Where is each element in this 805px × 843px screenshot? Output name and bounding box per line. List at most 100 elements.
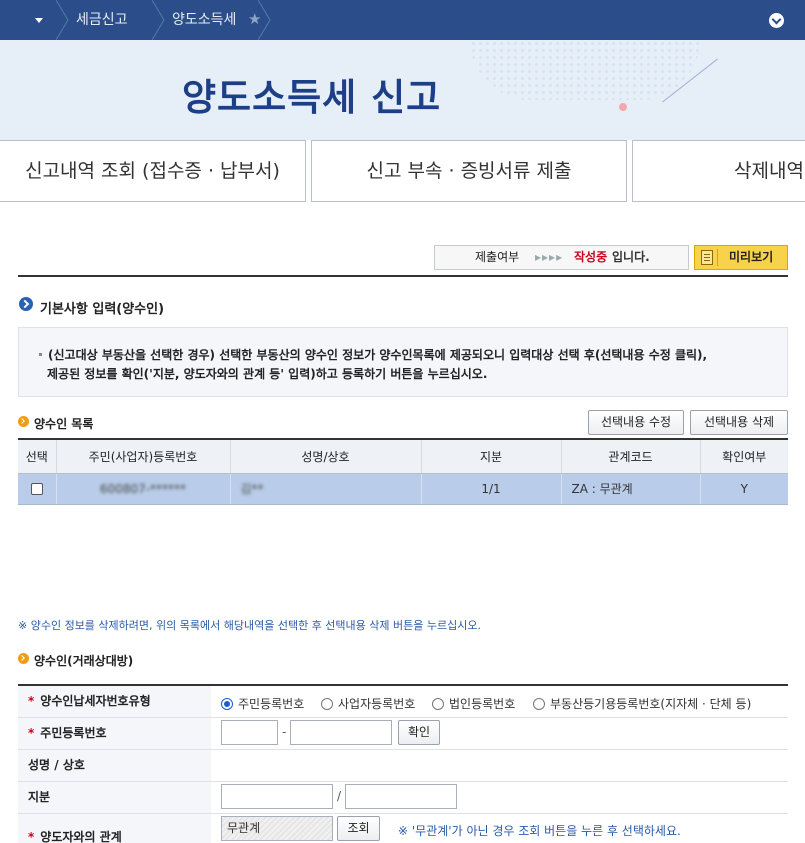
breadcrumb-separator-icon (152, 0, 165, 40)
label-id-type: * 양수인납세자번호유형 (18, 686, 211, 717)
radio-label: 부동산등기용등록번호(지자체 · 단체 등) (550, 697, 752, 711)
name-cell (211, 750, 788, 781)
status-arrows: ▸▸▸▸ (535, 250, 564, 264)
bullet-arrow-icon (18, 653, 29, 664)
share-denominator-input[interactable] (345, 784, 457, 809)
tab-filing-history[interactable]: 신고내역 조회 (접수증 · 납부서) (0, 140, 306, 202)
row-checkbox[interactable] (30, 483, 43, 495)
required-mark: * (28, 694, 35, 708)
verify-button[interactable]: 확인 (398, 720, 440, 745)
decorative-dot (619, 103, 627, 111)
required-mark: * (28, 830, 35, 843)
decorative-dots (470, 40, 700, 100)
section-title-transferee-list: 양수인 목록 (34, 417, 94, 431)
dash-separator: - (282, 725, 287, 739)
tab-attachment-submission[interactable]: 신고 부속 · 증빙서류 제출 (311, 140, 627, 202)
section-title-counterparty: 양수인(거래상대방) (34, 654, 134, 668)
share-cell: / (211, 782, 788, 813)
table-row[interactable]: 600807-****** 김** 1/1 ZA : 무관계 Y (18, 473, 788, 505)
slash-separator: / (337, 789, 342, 803)
submission-status: 제출여부 ▸▸▸▸ 작성중 입니다. (434, 245, 689, 270)
document-icon (701, 250, 713, 265)
form-row-resident-number: * 주민등록번호 - 확인 (18, 718, 788, 750)
page-header-banner: 양도소득세 신고 (0, 40, 805, 140)
label-relation: * 양도자와의 관계 (18, 814, 211, 843)
radio-business-number[interactable]: 사업자등록번호 (321, 695, 415, 712)
info-text-line1: (신고대상 부동산을 선택한 경우) 선택한 부동산의 양수인 정보가 양수인목… (48, 348, 708, 362)
delete-guidance-note: ※ 양수인 정보를 삭제하려면, 위의 목록에서 해당내역을 선택한 후 선택내… (18, 619, 481, 632)
masked-name: 김** (240, 482, 264, 496)
resident-number-cell: - 확인 (211, 718, 788, 749)
resident-number-back-input[interactable] (290, 720, 392, 745)
transferee-table: 선택 주민(사업자)등록번호 성명/상호 지분 관계코드 확인여부 600807… (18, 438, 788, 505)
status-label: 제출여부 (475, 250, 520, 264)
label-share: 지분 (18, 782, 211, 813)
radio-circle (432, 698, 444, 710)
delete-selected-button[interactable]: 선택내용 삭제 (690, 410, 788, 435)
form-row-relation: * 양도자와의 관계 무관계 조회 ※ '무관계'가 아닌 경우 조회 버튼을 누… (18, 814, 788, 843)
required-mark: * (28, 726, 35, 740)
radio-circle (221, 698, 233, 710)
col-header-relation: 관계코드 (560, 438, 700, 474)
status-suffix: 입니다. (612, 250, 650, 264)
form-row-share: 지분 / (18, 782, 788, 814)
masked-id: 600807-****** (99, 481, 187, 496)
col-header-select: 선택 (18, 438, 56, 474)
section-title-basic-info: 기본사항 입력(양수인) (40, 302, 165, 317)
top-navigation-bar: 세금신고 양도소득세 ★ (0, 0, 805, 40)
radio-resident-number[interactable]: 주민등록번호 (221, 695, 304, 712)
status-value: 작성중 (574, 250, 608, 264)
circle-arrow-icon (19, 297, 33, 311)
row-select-cell (18, 473, 56, 505)
breadcrumb-tax-filing[interactable]: 세금신고 (76, 0, 128, 40)
preview-label: 미리보기 (729, 250, 774, 264)
row-id-cell: 600807-****** (55, 473, 230, 505)
row-confirm-cell: Y (699, 473, 788, 505)
radio-corporate-number[interactable]: 법인등록번호 (432, 695, 515, 712)
row-relation-cell: ZA : 무관계 (560, 473, 700, 505)
radio-circle (533, 698, 545, 710)
relation-hint: ※ '무관계'가 아닌 경우 조회 버튼을 누른 후 선택하세요. (398, 824, 681, 838)
id-type-options: 주민등록번호 사업자등록번호 법인등록번호 부동산등기용등록번호(지자체 · 단… (211, 686, 788, 717)
breadcrumb-separator-icon (258, 0, 271, 40)
table-header-row: 선택 주민(사업자)등록번호 성명/상호 지분 관계코드 확인여부 (18, 438, 788, 474)
expand-menu-icon[interactable] (769, 13, 784, 28)
col-header-share: 지분 (420, 438, 561, 474)
bullet-dot (39, 353, 42, 356)
breadcrumb-separator-icon (56, 0, 69, 40)
resident-number-front-input[interactable] (221, 720, 278, 745)
label-resident-number-text: 주민등록번호 (40, 726, 107, 740)
label-relation-text: 양도자와의 관계 (40, 830, 122, 843)
menu-toggle-button[interactable] (0, 0, 56, 40)
label-name: 성명 / 상호 (18, 750, 211, 781)
radio-label: 법인등록번호 (449, 697, 516, 711)
preview-button[interactable]: 미리보기 (694, 245, 788, 270)
form-row-name: 성명 / 상호 (18, 750, 788, 782)
edit-selected-button[interactable]: 선택내용 수정 (588, 410, 684, 435)
breadcrumb-capital-gains[interactable]: 양도소득세 (172, 0, 236, 40)
row-share-cell: 1/1 (420, 473, 561, 505)
radio-label: 주민등록번호 (238, 697, 305, 711)
relation-readonly-field: 무관계 (221, 816, 333, 841)
lookup-button[interactable]: 조회 (337, 816, 380, 841)
share-numerator-input[interactable] (221, 784, 333, 809)
chevron-down-icon (35, 18, 43, 23)
button-divider (717, 249, 718, 266)
info-box: (신고대상 부동산을 선택한 경우) 선택한 부동산의 양수인 정보가 양수인목… (18, 327, 788, 397)
action-tabs: 신고내역 조회 (접수증 · 납부서) 신고 부속 · 증빙서류 제출 삭제내역 (0, 140, 805, 202)
row-name-cell: 김** (229, 473, 421, 505)
page-title: 양도소득세 신고 (182, 76, 442, 119)
bullet-arrow-icon (18, 416, 29, 427)
radio-circle (321, 698, 333, 710)
col-header-confirm: 확인여부 (699, 438, 788, 474)
label-id-type-text: 양수인납세자번호유형 (40, 694, 151, 708)
transferee-form: * 양수인납세자번호유형 주민등록번호 사업자등록번호 법인등록번호 부동산등기용… (18, 684, 788, 843)
info-text-line2: 제공된 정보를 확인('지분, 양도자와의 관계 등' 입력)하고 등록하기 버… (47, 367, 488, 381)
tab-deleted-history[interactable]: 삭제내역 (632, 140, 805, 202)
section-rule (18, 275, 788, 277)
radio-registry-number[interactable]: 부동산등기용등록번호(지자체 · 단체 등) (533, 695, 751, 712)
radio-label: 사업자등록번호 (338, 697, 416, 711)
label-resident-number: * 주민등록번호 (18, 718, 211, 749)
col-header-id: 주민(사업자)등록번호 (55, 438, 230, 474)
form-row-id-type: * 양수인납세자번호유형 주민등록번호 사업자등록번호 법인등록번호 부동산등기용… (18, 686, 788, 718)
